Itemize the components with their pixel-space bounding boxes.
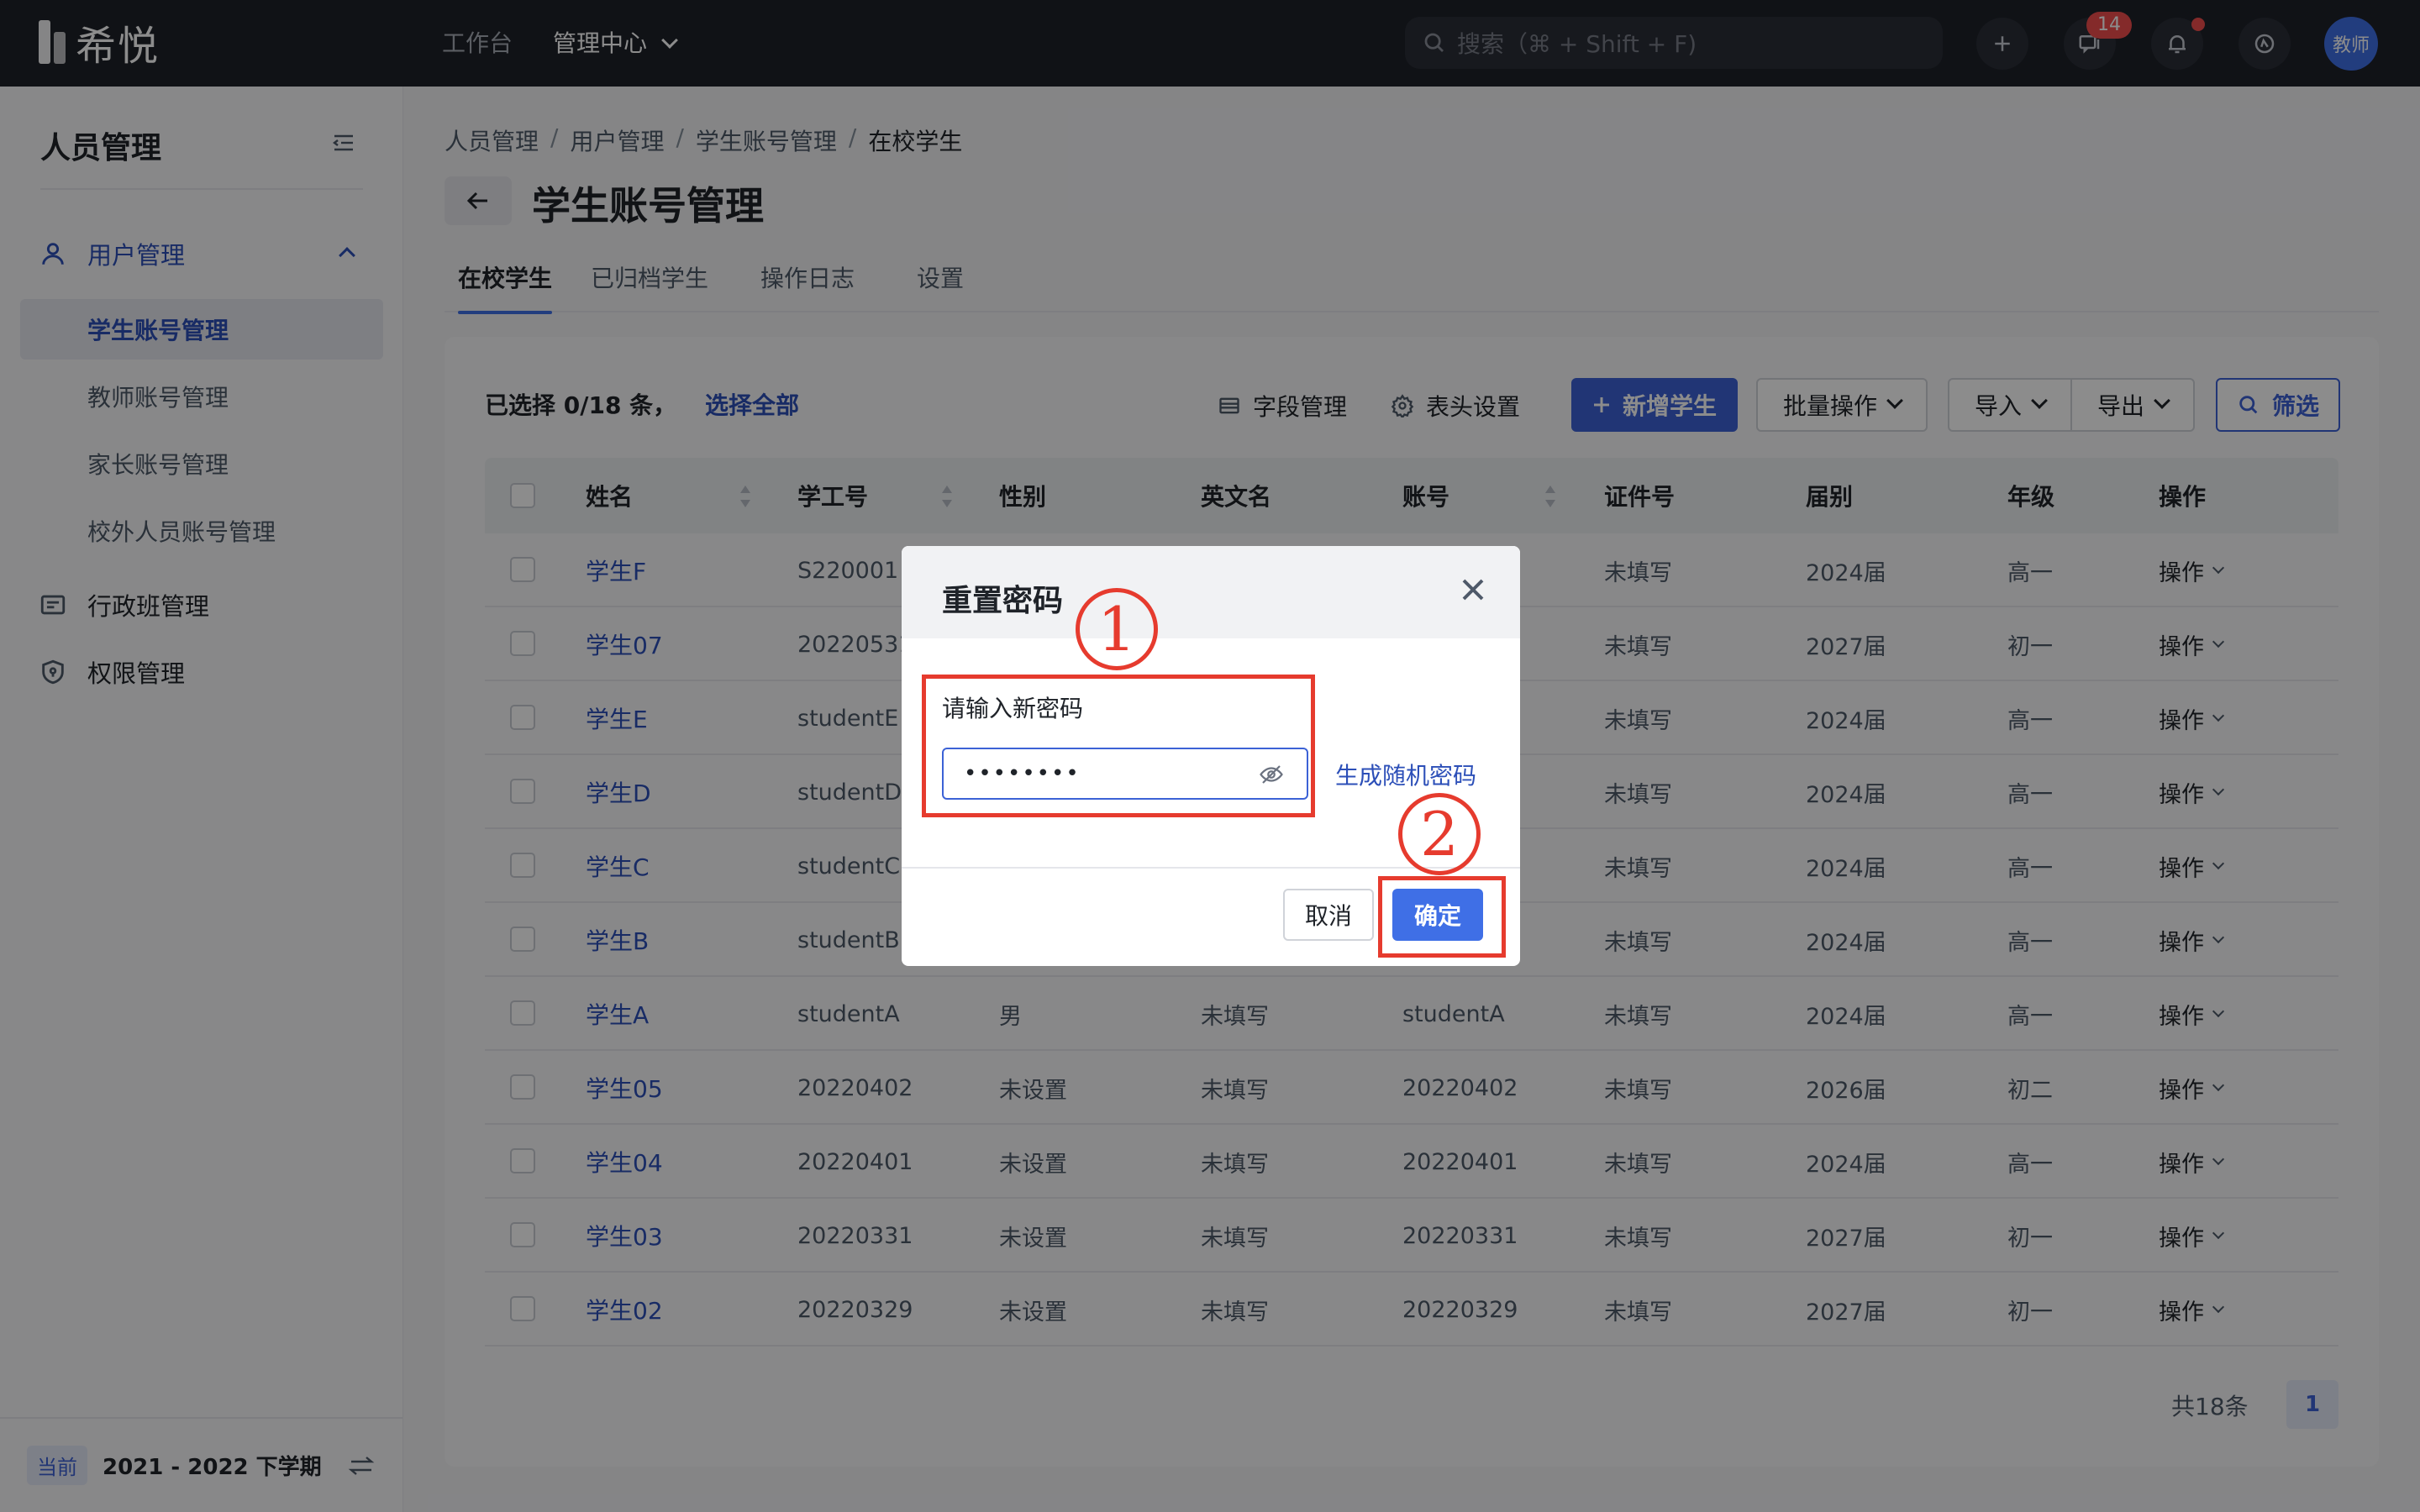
- annotation-step-2: 2: [1398, 793, 1481, 875]
- annotation-box-password: [922, 675, 1315, 817]
- dialog-title: 重置密码: [942, 584, 1064, 618]
- cancel-button[interactable]: 取消: [1283, 889, 1374, 941]
- annotation-box-confirm: [1378, 876, 1506, 958]
- generate-random-password-link[interactable]: 生成随机密码: [1335, 758, 1476, 791]
- close-icon[interactable]: [1456, 573, 1490, 606]
- annotation-step-1: 1: [1076, 588, 1158, 670]
